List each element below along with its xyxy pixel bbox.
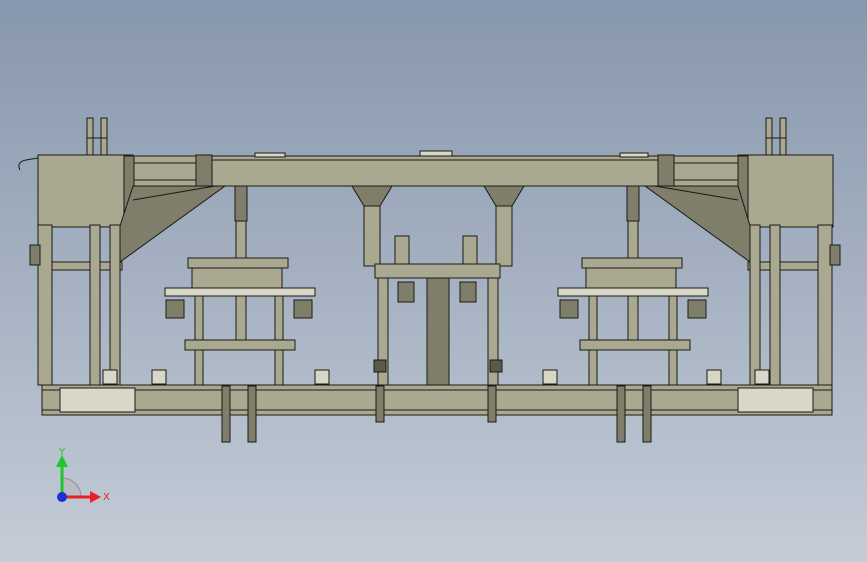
x-axis-label: X	[103, 492, 110, 503]
bottom-beam	[41, 384, 833, 443]
right-fixture	[557, 185, 709, 387]
z-axis-dot	[57, 492, 67, 502]
graphics-viewport[interactable]: Y X	[0, 0, 867, 562]
diagonal-braces	[119, 185, 751, 263]
left-end-block	[18, 117, 135, 228]
x-axis-arrowhead	[90, 491, 101, 503]
y-axis-label: Y	[58, 447, 66, 458]
center-fixture	[351, 185, 525, 387]
coordinate-triad[interactable]: Y X	[56, 447, 110, 503]
frame-assembly-drawing: Y X	[18, 117, 841, 503]
right-end-block	[737, 117, 834, 228]
left-fixture	[164, 185, 316, 387]
top-beam	[119, 150, 751, 192]
